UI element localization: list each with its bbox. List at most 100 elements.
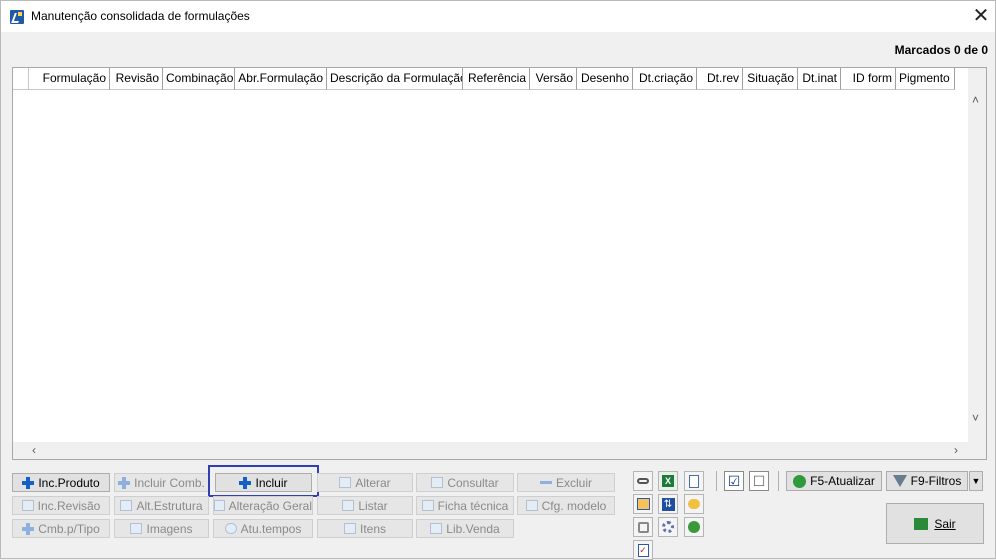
alterar-button[interactable]: Alterar xyxy=(317,473,413,492)
plus-icon xyxy=(118,476,131,489)
f5-atualizar-button[interactable]: F5-Atualizar xyxy=(786,471,882,491)
scroll-right-icon[interactable]: › xyxy=(954,444,958,456)
window-title: Manutenção consolidada de formulações xyxy=(31,9,250,23)
lib-venda-button[interactable]: Lib.Venda xyxy=(416,519,514,538)
calendar-icon[interactable] xyxy=(633,494,653,514)
chevron-down-icon: ▼ xyxy=(971,476,981,486)
alt-estrutura-label: Alt.Estrutura xyxy=(136,498,203,513)
exit-icon xyxy=(914,517,929,530)
vertical-scrollbar[interactable]: ˄ xyxy=(968,68,986,442)
sair-label: Sair xyxy=(934,516,956,531)
scroll-left-icon[interactable]: ‹ xyxy=(32,444,36,456)
alteracao-geral-label: Alteração Geral xyxy=(228,498,312,513)
f5-atualizar-label: F5-Atualizar xyxy=(810,474,875,488)
refresh-icon xyxy=(793,474,807,488)
general-edit-icon xyxy=(214,500,225,511)
plus-icon xyxy=(22,522,35,535)
clock-icon xyxy=(224,523,237,534)
palette-icon[interactable] xyxy=(684,494,704,514)
checklist-icon[interactable]: ✓ xyxy=(633,540,653,560)
imagens-label: Imagens xyxy=(146,521,193,536)
column-header[interactable]: Dt.inat xyxy=(798,68,841,90)
structure-icon xyxy=(120,500,133,511)
toolbar-separator xyxy=(778,471,779,491)
filter-icon xyxy=(892,475,907,487)
tools-icon[interactable] xyxy=(633,517,653,537)
sheet-icon xyxy=(421,500,434,511)
view-icon xyxy=(431,477,444,488)
sair-button[interactable]: Sair xyxy=(886,503,984,544)
excel-icon[interactable]: X xyxy=(658,471,678,491)
horizontal-scrollbar[interactable]: ‹ › xyxy=(13,442,970,459)
scroll-down-icon[interactable]: ˅ xyxy=(972,412,979,424)
inc-produto-label: Inc.Produto xyxy=(38,475,100,490)
toolbar-separator xyxy=(716,471,717,491)
excluir-label: Excluir xyxy=(555,475,592,490)
imagens-button[interactable]: Imagens xyxy=(114,519,209,538)
column-header[interactable]: Revisão xyxy=(110,68,163,90)
ficha-tecnica-button[interactable]: Ficha técnica xyxy=(416,496,514,515)
app-icon xyxy=(10,10,24,24)
atu-tempos-button[interactable]: Atu.tempos xyxy=(213,519,313,538)
incluir-comb-button[interactable]: Incluir Comb. xyxy=(114,473,209,492)
formulations-grid[interactable]: Formulação Revisão Combinação Abr.Formulaçã… xyxy=(12,67,987,460)
filter-dropdown-button[interactable]: ▼ xyxy=(969,471,983,491)
lib-venda-label: Lib.Venda xyxy=(446,521,500,536)
revision-icon xyxy=(21,500,34,511)
release-icon xyxy=(430,523,443,534)
consultar-button[interactable]: Consultar xyxy=(416,473,514,492)
focus-highlight xyxy=(208,465,319,497)
consultar-label: Consultar xyxy=(447,475,499,490)
inc-produto-button[interactable]: Inc.Produto xyxy=(12,473,110,492)
gear-icon[interactable] xyxy=(658,517,678,537)
document-icon[interactable] xyxy=(684,471,704,491)
f9-filtros-button[interactable]: F9-Filtros xyxy=(886,471,968,491)
scroll-up-icon[interactable]: ˄ xyxy=(972,94,979,106)
excluir-button[interactable]: Excluir xyxy=(517,473,615,492)
gear-icon xyxy=(525,500,538,511)
atu-tempos-label: Atu.tempos xyxy=(240,521,302,536)
items-icon xyxy=(343,523,356,534)
column-header[interactable]: Combinação xyxy=(163,68,235,90)
image-icon xyxy=(130,523,143,534)
binoculars-icon[interactable] xyxy=(633,471,653,491)
ficha-tecnica-label: Ficha técnica xyxy=(437,498,509,513)
recycle-icon[interactable] xyxy=(684,517,704,537)
inc-revisao-button[interactable]: Inc.Revisão xyxy=(12,496,110,515)
alterar-label: Alterar xyxy=(355,475,391,490)
itens-label: Itens xyxy=(359,521,386,536)
marked-count: Marcados 0 de 0 xyxy=(894,43,988,57)
listar-button[interactable]: Listar xyxy=(317,496,413,515)
column-header[interactable]: Referência xyxy=(463,68,530,90)
column-header[interactable]: Situação xyxy=(743,68,798,90)
column-header[interactable]: Versão xyxy=(530,68,577,90)
inc-revisao-label: Inc.Revisão xyxy=(37,498,101,513)
alt-estrutura-button[interactable]: Alt.Estrutura xyxy=(114,496,209,515)
f9-filtros-label: F9-Filtros xyxy=(910,474,962,488)
column-header[interactable]: ID form xyxy=(841,68,896,90)
column-header[interactable]: Dt.rev xyxy=(697,68,743,90)
print-icon xyxy=(342,500,355,511)
column-header[interactable]: Pigmento xyxy=(896,68,955,90)
main-window: Manutenção consolidada de formulações ✕ … xyxy=(0,0,996,560)
minus-icon xyxy=(539,481,552,484)
cmb-tipo-button[interactable]: Cmb.p/Tipo xyxy=(12,519,110,538)
column-header[interactable]: Dt.criação xyxy=(633,68,697,90)
itens-button[interactable]: Itens xyxy=(317,519,413,538)
sort-icon[interactable]: ⇅ xyxy=(658,494,678,514)
edit-icon xyxy=(339,477,352,488)
column-header[interactable]: Abr.Formulação xyxy=(235,68,327,90)
alteracao-geral-button[interactable]: Alteração Geral xyxy=(213,496,313,515)
column-header[interactable]: Descrição da Formulação xyxy=(327,68,463,90)
column-header[interactable]: Formulação xyxy=(29,68,110,90)
cfg-modelo-button[interactable]: Cfg. modelo xyxy=(517,496,615,515)
cmb-tipo-label: Cmb.p/Tipo xyxy=(38,521,100,536)
close-icon[interactable]: ✕ xyxy=(967,3,995,29)
grid-header: Formulação Revisão Combinação Abr.Formulaçã… xyxy=(13,68,955,90)
scroll-corner: ˅ xyxy=(968,412,986,459)
column-header[interactable]: Desenho xyxy=(577,68,633,90)
check-all-checkbox[interactable]: ☑ xyxy=(724,471,744,491)
uncheck-all-checkbox[interactable]: ☐ xyxy=(749,471,769,491)
grid-corner-cell xyxy=(13,68,29,90)
incluir-comb-label: Incluir Comb. xyxy=(134,475,205,490)
